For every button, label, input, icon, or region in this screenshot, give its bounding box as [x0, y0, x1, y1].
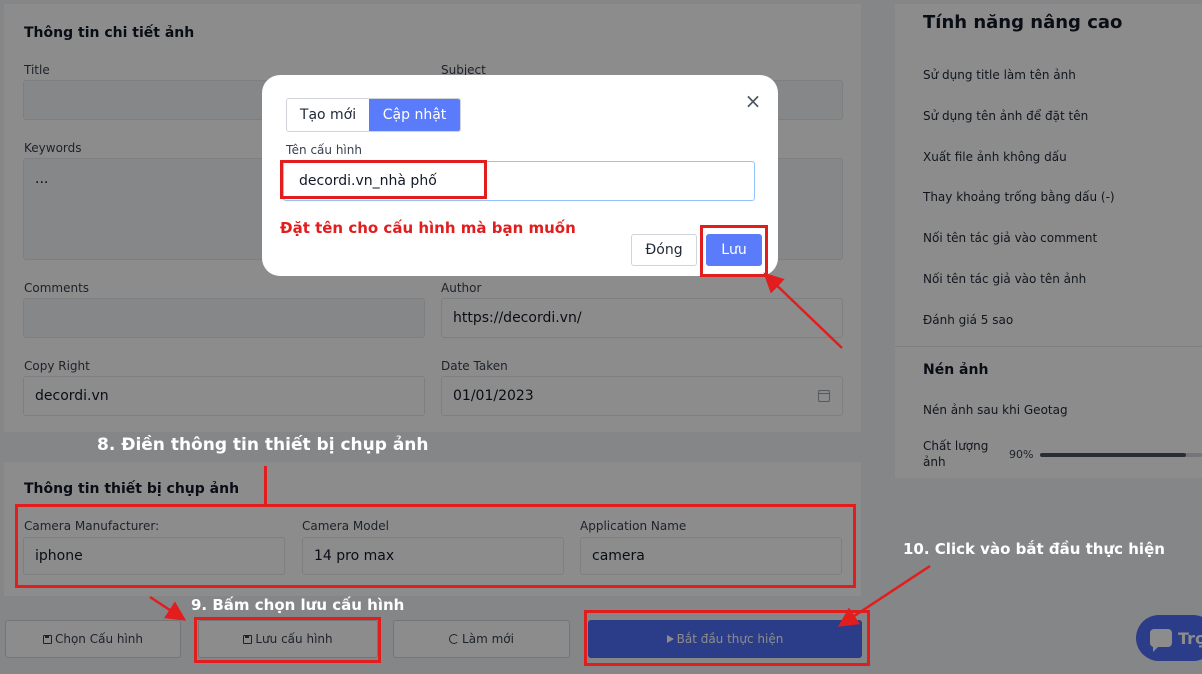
step8-annotation: 8. Điền thông tin thiết bị chụp ảnh	[97, 435, 429, 455]
page: Thông tin chi tiết ảnh Title Subject Key…	[0, 0, 1202, 674]
arrow-to-start	[837, 564, 931, 627]
step9-annotation: 9. Bấm chọn lưu cấu hình	[191, 596, 405, 614]
arrow-to-save-button	[763, 272, 843, 349]
annotation-arrows	[149, 272, 931, 627]
step10-annotation: 10. Click vào bắt đầu thực hiện	[903, 540, 1165, 558]
arrow-to-save-config	[149, 595, 187, 621]
